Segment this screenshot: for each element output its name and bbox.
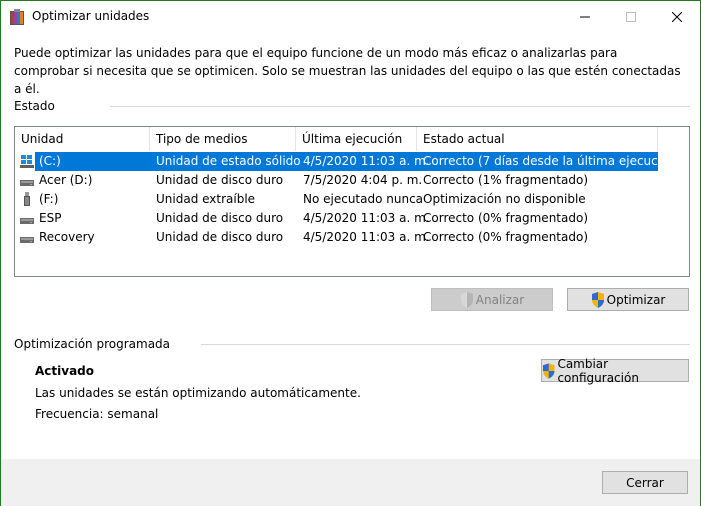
schedule-info: Las unidades se están optimizando automá… [35,386,361,400]
current-status: Correcto (0% fragmentado) [423,211,588,225]
title-bar: Optimizar unidades [1,1,700,32]
minimize-button[interactable] [562,1,608,32]
column-header-unidad[interactable]: Unidad [15,127,150,151]
close-button-label: Cerrar [626,475,664,490]
drive-name: (F:) [39,192,59,206]
drives-list-header: Unidad Tipo de medios Última ejecución E… [15,127,689,151]
last-run: 4/5/2020 11:03 a. m. [303,230,430,244]
analyze-button[interactable]: Analizar [431,288,553,311]
drives-list[interactable]: Unidad Tipo de medios Última ejecución E… [14,126,690,277]
schedule-separator [201,344,690,345]
hard-drive-icon [20,237,34,243]
maximize-icon [626,11,636,22]
schedule-frequency: Frecuencia: semanal [35,407,159,421]
schedule-section-label: Optimización programada [14,337,171,351]
drive-row-f[interactable]: (F:) Unidad extraíble No ejecutado nunca… [15,190,657,209]
change-settings-label: Cambiar configuración [557,356,639,385]
media-type: Unidad de disco duro [156,211,284,225]
hard-drive-icon [20,180,34,186]
media-type: Unidad de estado sólido [156,154,301,168]
defrag-app-icon [10,9,24,25]
media-type: Unidad de disco duro [156,230,284,244]
status-section-label: Estado [14,99,55,113]
hard-drive-icon [20,218,34,224]
current-status: Correcto (1% fragmentado) [423,173,588,187]
description-text: Puede optimizar las unidades para que el… [14,46,681,96]
schedule-state: Activado [35,364,95,378]
drive-name: ESP [39,211,62,225]
media-type: Unidad extraíble [156,192,256,206]
uac-shield-icon [591,291,604,308]
media-type: Unidad de disco duro [156,173,284,187]
uac-shield-icon [460,291,473,308]
current-status: Optimización no disponible [423,192,586,206]
close-window-button[interactable] [654,1,700,32]
dialog-footer: Cerrar [1,459,700,506]
column-header-ultima[interactable]: Última ejecución [296,127,417,151]
drive-name: (C:) [39,154,61,168]
drive-name: Recovery [39,230,95,244]
last-run: 4/5/2020 11:03 a. m. [303,154,430,168]
close-icon [672,11,682,22]
optimize-button-label: Optimizar [606,292,666,307]
close-button[interactable]: Cerrar [602,471,688,494]
last-run: 4/5/2020 11:03 a. m. [303,211,430,225]
current-status: Correcto (7 días desde la última ejecuci… [423,154,681,168]
maximize-button[interactable] [608,1,654,32]
usb-drive-icon [24,192,30,206]
drive-row-c[interactable]: (C:) Unidad de estado sólido 4/5/2020 11… [15,152,681,171]
column-header-tipo[interactable]: Tipo de medios [150,127,296,151]
drive-row-recovery[interactable]: Recovery Unidad de disco duro 4/5/2020 1… [15,228,657,247]
drive-row-d[interactable]: Acer (D:) Unidad de disco duro 7/5/2020 … [15,171,657,190]
change-settings-button[interactable]: Cambiar configuración [541,356,689,385]
windows-drive-icon [20,155,34,168]
last-run: No ejecutado nunca [303,192,424,206]
column-header-estado[interactable]: Estado actual [417,127,658,151]
last-run: 7/5/2020 4:04 p. m. [303,173,423,187]
optimize-drives-window: Optimizar unidades Puede optimizar las u… [0,0,701,506]
minimize-icon [580,16,590,17]
uac-shield-icon [542,362,555,379]
analyze-button-label: Analizar [475,292,525,307]
current-status: Correcto (0% fragmentado) [423,230,588,244]
status-separator [110,106,690,107]
window-title: Optimizar unidades [32,9,150,23]
drive-name: Acer (D:) [39,173,93,187]
drive-row-esp[interactable]: ESP Unidad de disco duro 4/5/2020 11:03 … [15,209,657,228]
optimize-button[interactable]: Optimizar [567,288,689,311]
